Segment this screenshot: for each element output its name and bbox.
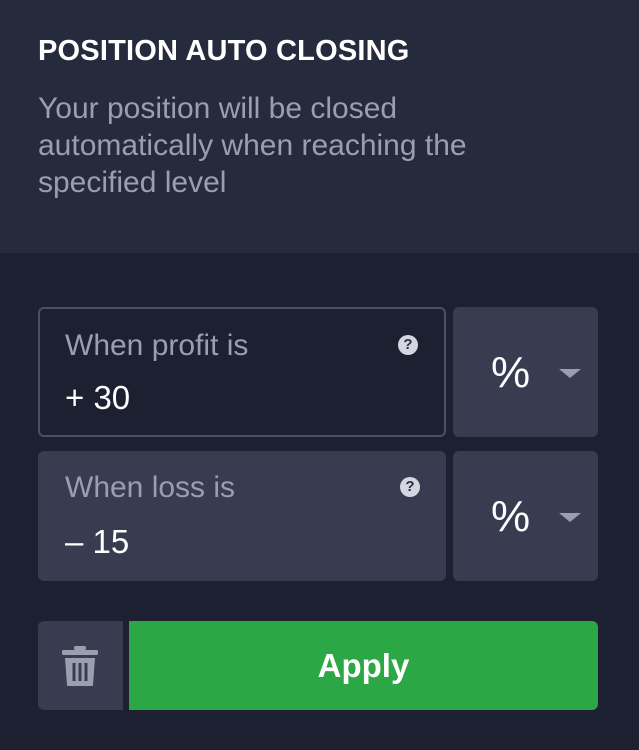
- profit-field[interactable]: When profit is ? + 30: [38, 307, 446, 437]
- panel-description: Your position will be closed automatical…: [38, 92, 467, 199]
- loss-field[interactable]: When loss is ? – 15: [38, 451, 446, 581]
- loss-unit-value: %: [491, 492, 531, 541]
- loss-value-input[interactable]: – 15: [65, 523, 129, 561]
- apply-button[interactable]: Apply: [129, 621, 598, 710]
- panel-title: POSITION AUTO CLOSING: [38, 35, 410, 67]
- profit-value-input[interactable]: + 30: [65, 379, 130, 417]
- loss-unit-select[interactable]: %: [453, 451, 598, 581]
- loss-label: When loss is: [65, 471, 236, 504]
- help-icon[interactable]: ?: [398, 335, 418, 355]
- help-icon[interactable]: ?: [400, 477, 420, 497]
- trash-icon: [62, 646, 98, 686]
- panel-header: POSITION AUTO CLOSING Your position will…: [0, 0, 639, 253]
- profit-unit-value: %: [491, 348, 531, 397]
- chevron-down-icon: [559, 513, 581, 522]
- profit-unit-select[interactable]: %: [453, 307, 598, 437]
- delete-button[interactable]: [38, 621, 123, 710]
- chevron-down-icon: [559, 369, 581, 378]
- profit-label: When profit is: [65, 329, 249, 362]
